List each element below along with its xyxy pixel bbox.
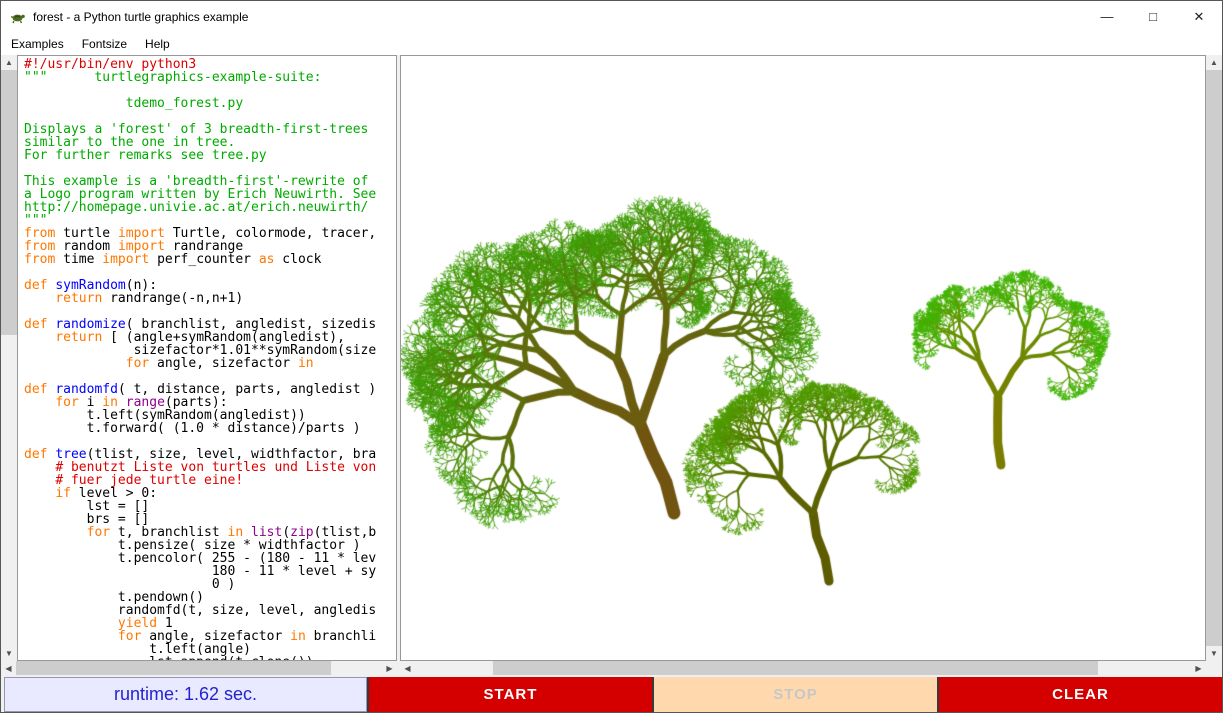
canvas-scroll-right-button[interactable]: ▶ <box>1191 661 1206 675</box>
menu-item-fontsize[interactable]: Fontsize <box>73 33 136 55</box>
scroll-down-icon: ▼ <box>1210 649 1218 658</box>
code-scroll-right-button[interactable]: ▶ <box>382 661 397 675</box>
canvas-scroll-down-button[interactable]: ▼ <box>1206 646 1222 661</box>
window-title: forest - a Python turtle graphics exampl… <box>33 10 1084 24</box>
close-button[interactable]: ✕ <box>1176 1 1222 32</box>
menu-item-help[interactable]: Help <box>136 33 179 55</box>
canvas-hscroll-track[interactable] <box>415 661 1191 675</box>
code-line: return randrange(-n,n+1) <box>24 292 396 305</box>
minimize-icon: — <box>1101 9 1114 24</box>
main-area: ▲ ▼ #!/usr/bin/env python3""" turtlegrap… <box>1 55 1222 675</box>
code-line: t.forward( (1.0 * distance)/parts ) <box>24 422 396 435</box>
canvas-wrap <box>400 55 1206 661</box>
maximize-button[interactable]: □ <box>1130 1 1176 32</box>
titlebar[interactable]: forest - a Python turtle graphics exampl… <box>1 1 1222 32</box>
code-area[interactable]: #!/usr/bin/env python3""" turtlegraphics… <box>17 55 397 661</box>
scrollbar-thumb[interactable] <box>1206 70 1222 646</box>
code-vscroll-track[interactable] <box>1 70 17 646</box>
scroll-up-icon: ▲ <box>1210 58 1218 67</box>
turtle-canvas <box>401 56 1205 660</box>
code-line: for angle, sizefactor in <box>24 357 396 370</box>
start-button[interactable]: START <box>367 677 652 712</box>
minimize-button[interactable]: — <box>1084 1 1130 32</box>
canvas-pane: ▲ ▼ ◀ <box>400 55 1222 675</box>
code-scroll-left-button[interactable]: ◀ <box>1 661 16 675</box>
scrollbar-corner <box>1206 661 1222 675</box>
canvas-scroll-left-button[interactable]: ◀ <box>400 661 415 675</box>
code-line: http://homepage.univie.ac.at/erich.neuwi… <box>24 201 396 214</box>
maximize-icon: □ <box>1149 9 1157 24</box>
code-hscroll-track[interactable] <box>16 661 382 675</box>
runtime-label: runtime: 1.62 sec. <box>4 677 367 712</box>
code-pane: ▲ ▼ #!/usr/bin/env python3""" turtlegrap… <box>1 55 397 675</box>
scroll-down-icon: ▼ <box>5 649 13 658</box>
code-line: from time import perf_counter as clock <box>24 253 396 266</box>
code-line: """ turtlegraphics-example-suite: <box>24 71 396 84</box>
clear-button[interactable]: CLEAR <box>937 677 1222 712</box>
scroll-right-icon: ▶ <box>386 664 392 673</box>
canvas-scroll-up-button[interactable]: ▲ <box>1206 55 1222 70</box>
code-line: For further remarks see tree.py <box>24 149 396 162</box>
code-scroll-up-button[interactable]: ▲ <box>1 55 17 70</box>
scroll-up-icon: ▲ <box>5 58 13 67</box>
code-vscrollbar: ▲ ▼ <box>1 55 17 661</box>
scroll-left-icon: ◀ <box>404 664 410 673</box>
close-icon: ✕ <box>1194 9 1205 25</box>
code-hscrollbar: ◀ ▶ <box>1 661 397 675</box>
stop-button[interactable]: STOP <box>652 677 937 712</box>
turtledemo-window: forest - a Python turtle graphics exampl… <box>0 0 1223 713</box>
window-controls: — □ ✕ <box>1084 1 1222 32</box>
scrollbar-thumb[interactable] <box>16 661 331 675</box>
statusbar: runtime: 1.62 sec. START STOP CLEAR <box>1 677 1222 712</box>
menubar: Examples Fontsize Help <box>1 32 1222 55</box>
canvas-vscrollbar: ▲ ▼ <box>1206 55 1222 661</box>
code-line: tdemo_forest.py <box>24 97 396 110</box>
scrollbar-thumb[interactable] <box>1 70 17 335</box>
scroll-right-icon: ▶ <box>1195 664 1201 673</box>
menu-item-examples[interactable]: Examples <box>2 33 73 55</box>
turtle-icon <box>10 9 26 25</box>
scrollbar-thumb[interactable] <box>493 661 1098 675</box>
code-scroll-down-button[interactable]: ▼ <box>1 646 17 661</box>
canvas-hscrollbar: ◀ ▶ <box>400 661 1206 675</box>
scroll-left-icon: ◀ <box>5 664 11 673</box>
canvas-vscroll-track[interactable] <box>1206 70 1222 646</box>
